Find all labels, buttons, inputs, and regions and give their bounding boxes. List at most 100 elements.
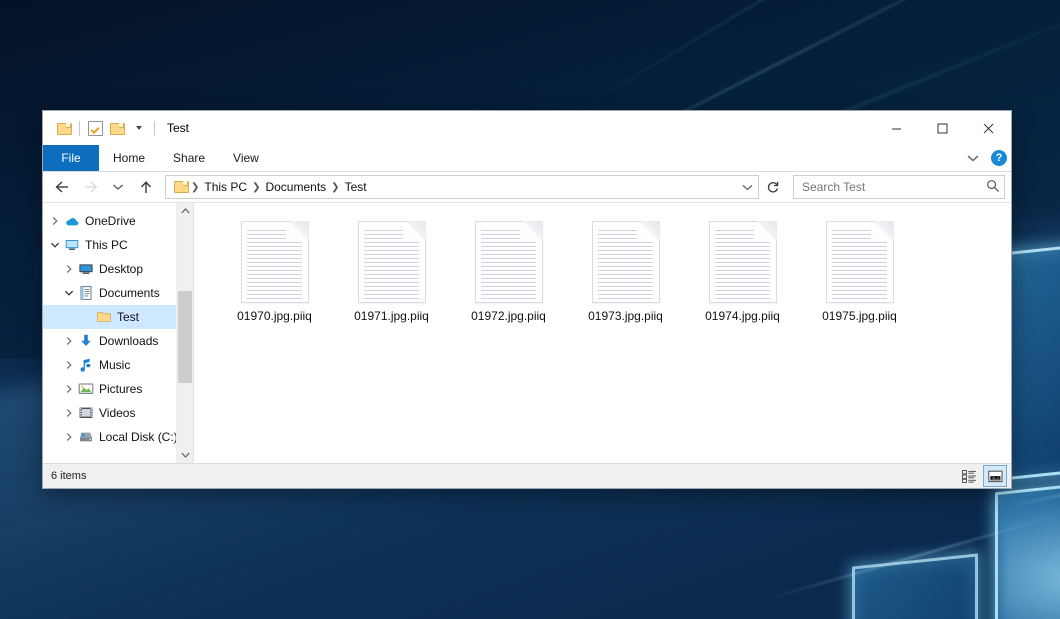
scroll-down-icon[interactable] — [177, 447, 193, 463]
downloads-arrow-icon — [77, 333, 95, 349]
tab-file[interactable]: File — [43, 145, 99, 171]
chevron-right-icon[interactable] — [61, 261, 77, 277]
chevron-down-icon[interactable] — [61, 285, 77, 301]
navigation-tree: OneDrive This PC Desktop Documents Test Downl… — [43, 203, 193, 449]
navigation-pane: OneDrive This PC Desktop Documents Test Downl… — [43, 203, 194, 463]
pictures-icon — [77, 381, 95, 397]
sidebar-item-music[interactable]: Music — [43, 353, 193, 377]
title-bar: Test — [43, 111, 1011, 145]
file-name-label: 01971.jpg.piiq — [354, 309, 429, 323]
tab-home[interactable]: Home — [99, 145, 159, 171]
chevron-down-icon[interactable] — [47, 237, 63, 253]
sidebar-item-label: Test — [117, 310, 139, 324]
toolbar-separator — [79, 121, 80, 136]
customize-quick-access-icon[interactable] — [128, 117, 150, 139]
sidebar-item-label: Desktop — [99, 262, 143, 276]
file-item[interactable]: 01972.jpg.piiq — [450, 217, 567, 329]
breadcrumb-separator: ❯ — [251, 182, 261, 193]
tab-view[interactable]: View — [219, 145, 273, 171]
breadcrumb-documents[interactable]: Documents — [261, 180, 330, 194]
sidebar-item-onedrive[interactable]: OneDrive — [43, 209, 193, 233]
breadcrumb-test[interactable]: Test — [341, 180, 371, 194]
sidebar-item-label: Documents — [99, 286, 160, 300]
chevron-right-icon[interactable] — [61, 333, 77, 349]
generic-document-icon — [358, 221, 426, 303]
chevron-right-icon[interactable] — [61, 429, 77, 445]
status-bar: 6 items — [43, 463, 1011, 488]
address-dropdown-icon[interactable] — [738, 177, 756, 197]
sidebar-item-pictures[interactable]: Pictures — [43, 377, 193, 401]
chevron-right-icon[interactable] — [61, 357, 77, 373]
breadcrumb-this-pc[interactable]: This PC — [200, 180, 251, 194]
chevron-right-icon[interactable] — [47, 213, 63, 229]
file-name-label: 01972.jpg.piiq — [471, 309, 546, 323]
forward-button[interactable] — [77, 175, 103, 199]
breadcrumb-folder-icon[interactable] — [170, 180, 190, 195]
breadcrumb-separator: ❯ — [190, 182, 200, 193]
minimize-button[interactable] — [873, 111, 919, 145]
sidebar-item-label: Pictures — [99, 382, 142, 396]
breadcrumb-separator: ❯ — [330, 182, 340, 193]
maximize-button[interactable] — [919, 111, 965, 145]
ribbon-right-controls: ? — [961, 145, 1007, 171]
documents-icon — [77, 285, 95, 301]
chevron-down-icon[interactable] — [961, 147, 985, 169]
file-name-label: 01974.jpg.piiq — [705, 309, 780, 323]
generic-document-icon — [592, 221, 660, 303]
sidebar-item-test[interactable]: Test — [43, 305, 193, 329]
search-icon[interactable] — [986, 179, 1000, 196]
navigation-scrollbar[interactable] — [176, 203, 193, 463]
up-button[interactable] — [133, 175, 159, 199]
folder-icon[interactable] — [53, 117, 75, 139]
properties-icon[interactable] — [84, 117, 106, 139]
folder-icon — [95, 309, 113, 325]
large-icons-view-button[interactable] — [983, 465, 1007, 487]
sidebar-item-local-disk-c[interactable]: Local Disk (C:) — [43, 425, 193, 449]
search-box[interactable] — [793, 175, 1005, 199]
toolbar-separator — [154, 121, 155, 136]
generic-document-icon — [709, 221, 777, 303]
recent-locations-button[interactable] — [105, 175, 131, 199]
no-expand-spacer — [79, 309, 95, 325]
breadcrumb: ❯ This PC ❯ Documents ❯ Test — [170, 180, 738, 195]
scrollbar-thumb[interactable] — [178, 291, 192, 383]
close-button[interactable] — [965, 111, 1011, 145]
file-item[interactable]: 01970.jpg.piiq — [216, 217, 333, 329]
details-view-button[interactable] — [957, 465, 981, 487]
file-grid: 01970.jpg.piiq 01971.jpg.piiq 01972.jpg.pi… — [194, 203, 1011, 329]
search-input[interactable] — [800, 179, 986, 195]
videos-film-icon — [77, 405, 95, 421]
file-name-label: 01975.jpg.piiq — [822, 309, 897, 323]
sidebar-item-label: OneDrive — [85, 214, 136, 228]
chevron-right-icon[interactable] — [61, 381, 77, 397]
window-controls — [873, 111, 1011, 145]
this-pc-monitor-icon — [63, 237, 81, 253]
file-item[interactable]: 01973.jpg.piiq — [567, 217, 684, 329]
music-note-icon — [77, 357, 95, 373]
tab-share[interactable]: Share — [159, 145, 219, 171]
file-item[interactable]: 01975.jpg.piiq — [801, 217, 918, 329]
address-bar[interactable]: ❯ This PC ❯ Documents ❯ Test — [165, 175, 759, 199]
hard-drive-icon — [77, 429, 95, 445]
sidebar-item-this-pc[interactable]: This PC — [43, 233, 193, 257]
scroll-up-icon[interactable] — [177, 203, 193, 219]
file-item[interactable]: 01971.jpg.piiq — [333, 217, 450, 329]
file-item[interactable]: 01974.jpg.piiq — [684, 217, 801, 329]
new-folder-icon[interactable] — [106, 117, 128, 139]
file-list-view[interactable]: 01970.jpg.piiq 01971.jpg.piiq 01972.jpg.pi… — [194, 203, 1011, 463]
chevron-right-icon[interactable] — [61, 405, 77, 421]
help-icon[interactable]: ? — [991, 150, 1007, 166]
quick-access-toolbar — [43, 111, 159, 145]
sidebar-item-desktop[interactable]: Desktop — [43, 257, 193, 281]
generic-document-icon — [826, 221, 894, 303]
desktop-icon — [77, 261, 95, 277]
refresh-button[interactable] — [761, 175, 785, 199]
back-button[interactable] — [49, 175, 75, 199]
navigation-bar: ❯ This PC ❯ Documents ❯ Test — [43, 172, 1011, 202]
item-count-label: 6 items — [51, 470, 957, 482]
ribbon-tab-bar: File Home Share View ? — [43, 145, 1011, 172]
sidebar-item-downloads[interactable]: Downloads — [43, 329, 193, 353]
onedrive-cloud-icon — [63, 213, 81, 229]
sidebar-item-videos[interactable]: Videos — [43, 401, 193, 425]
sidebar-item-documents[interactable]: Documents — [43, 281, 193, 305]
